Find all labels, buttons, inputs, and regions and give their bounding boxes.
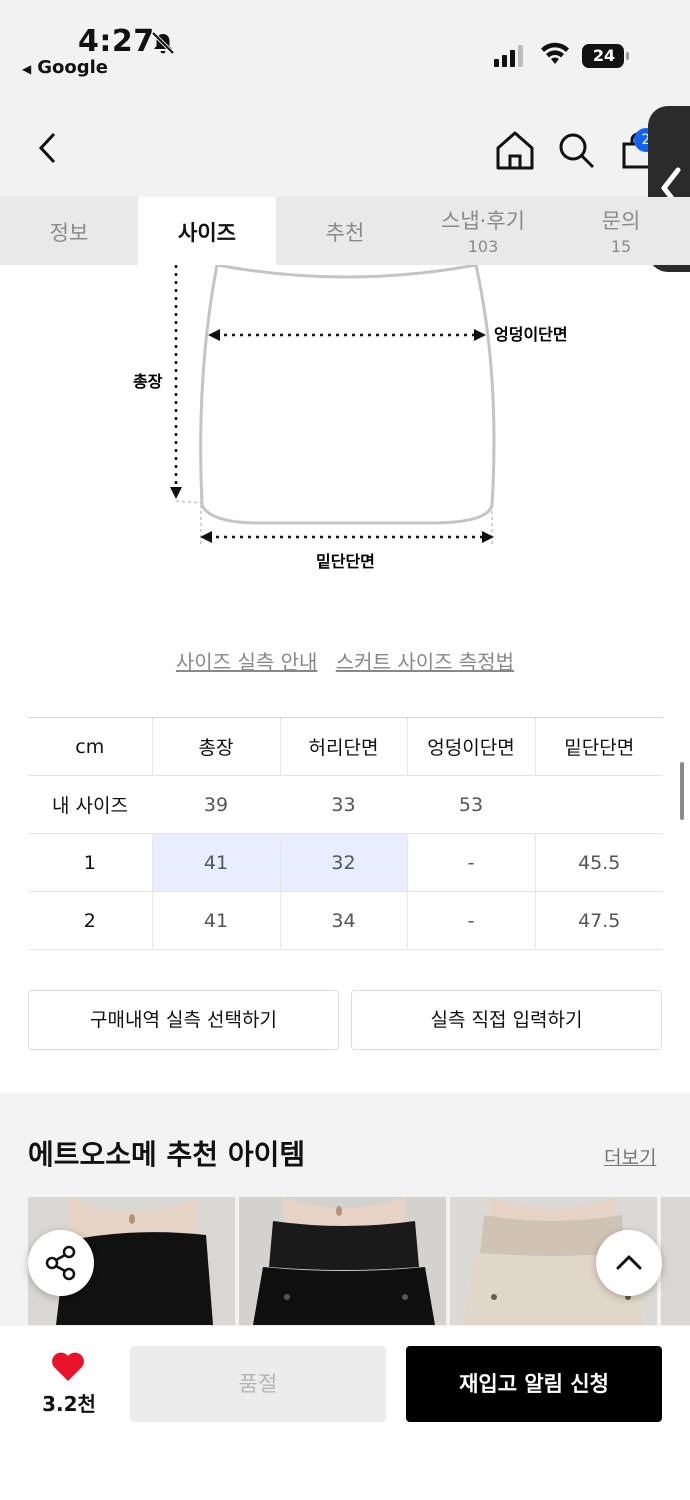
tab-info-label: 정보 — [49, 221, 89, 245]
tab-size-label: 사이즈 — [178, 221, 236, 245]
hip-label: 엉덩이단면 — [494, 325, 568, 344]
table-cell: 39 — [152, 775, 280, 834]
hem-label: 밑단단면 — [316, 552, 375, 571]
table-cell — [535, 775, 663, 834]
table-cell: 2 — [28, 891, 152, 950]
header-cell: cm — [28, 717, 152, 776]
recommend-section: 에트오소메 추천 아이템 더보기 — [0, 1093, 690, 1325]
product-card-partial[interactable] — [661, 1197, 690, 1325]
like-count: 3.2천 — [42, 1392, 96, 1416]
cellular-signal-icon — [494, 45, 523, 67]
length-arrow — [170, 265, 203, 504]
table-cell: 33 — [280, 775, 407, 834]
clock: 4:27 — [78, 24, 155, 59]
manual-measure-input-button[interactable]: 실측 직접 입력하기 — [351, 990, 662, 1050]
search-icon[interactable] — [556, 130, 596, 170]
size-guide-link[interactable]: 사이즈 실측 안내 — [176, 650, 318, 674]
size-guide-links: 사이즈 실측 안내 스커트 사이즈 측정법 — [0, 646, 690, 675]
battery-level: 24 — [592, 46, 616, 65]
hip-arrow — [208, 329, 486, 341]
tab-inquiry-count: 15 — [610, 237, 632, 256]
tab-info[interactable]: 정보 — [0, 197, 138, 265]
skirt-measure-link[interactable]: 스커트 사이즈 측정법 — [336, 650, 514, 674]
table-cell: 41 — [151, 891, 280, 950]
share-button[interactable] — [28, 1230, 94, 1296]
status-bar: 4:27 ◀ Google 24 — [0, 0, 690, 95]
share-icon — [45, 1245, 76, 1281]
more-link[interactable]: 더보기 — [604, 1143, 656, 1170]
header-cell: 허리단면 — [279, 717, 407, 776]
skirt-size-diagram: 총장 엉덩이단면 밑단단면 — [133, 265, 568, 571]
scroll-indicator[interactable] — [680, 762, 684, 820]
table-cell: 45.5 — [534, 833, 663, 892]
tab-size[interactable]: 사이즈 — [138, 197, 276, 265]
tab-recommend[interactable]: 추천 — [276, 197, 414, 265]
back-to-app-link[interactable]: ◀ Google — [22, 57, 108, 78]
table-cell: - — [406, 833, 535, 892]
table-cell: 53 — [407, 775, 535, 834]
bottom-purchase-bar: 3.2천 품절 재입고 알림 신청 — [0, 1325, 690, 1500]
size-table: cm 총장 허리단면 엉덩이단면 밑단단면 내 사이즈 39 33 53 1 4… — [28, 717, 663, 950]
table-cell: 41 — [151, 833, 280, 892]
header-cell: 엉덩이단면 — [406, 717, 535, 776]
soldout-button[interactable]: 품절 — [130, 1346, 386, 1422]
tab-inquiry[interactable]: 문의 15 — [552, 197, 690, 265]
recommend-title: 에트오소메 추천 아이템 — [28, 1138, 306, 1171]
product-card[interactable] — [239, 1197, 446, 1325]
bell-muted-icon — [151, 31, 175, 55]
table-cell: 47.5 — [534, 891, 663, 950]
home-icon[interactable] — [494, 130, 536, 170]
table-row: 내 사이즈 39 33 53 — [28, 775, 663, 834]
heart-icon[interactable] — [50, 1350, 86, 1382]
table-cell: 1 — [28, 833, 152, 892]
tab-inquiry-label: 문의 — [601, 209, 641, 233]
tab-snap-review-label: 스냅·후기 — [441, 209, 525, 233]
table-cell: 34 — [279, 891, 407, 950]
purchase-history-measure-button[interactable]: 구매내역 실측 선택하기 — [28, 990, 339, 1050]
tab-recommend-label: 추천 — [325, 221, 365, 245]
table-header-row: cm 총장 허리단면 엉덩이단면 밑단단면 — [28, 717, 663, 776]
back-arrow-icon[interactable] — [30, 130, 66, 166]
tab-snap-review-count: 103 — [467, 237, 499, 256]
product-image — [239, 1197, 446, 1325]
back-triangle-icon: ◀ — [22, 62, 32, 76]
product-tabs: 정보 사이즈 추천 스냅·후기 103 문의 15 — [0, 197, 690, 265]
table-cell: 32 — [279, 833, 407, 892]
skirt-outline — [199, 265, 496, 525]
table-row: 2 41 34 - 47.5 — [28, 891, 663, 950]
hem-arrow — [200, 505, 494, 547]
table-row: 1 41 32 - 45.5 — [28, 833, 663, 892]
top-navbar — [0, 95, 690, 197]
back-app-label: Google — [37, 57, 109, 78]
wifi-icon — [541, 42, 569, 64]
table-cell: - — [406, 891, 535, 950]
restock-notify-button[interactable]: 재입고 알림 신청 — [406, 1346, 662, 1422]
table-cell: 내 사이즈 — [28, 775, 152, 834]
length-label: 총장 — [133, 372, 163, 391]
scroll-to-top-button[interactable] — [596, 1230, 662, 1296]
header-cell: 밑단단면 — [534, 717, 663, 776]
tab-snap-review[interactable]: 스냅·후기 103 — [414, 197, 552, 265]
header-cell: 총장 — [151, 717, 280, 776]
chevron-up-icon — [616, 1255, 642, 1270]
